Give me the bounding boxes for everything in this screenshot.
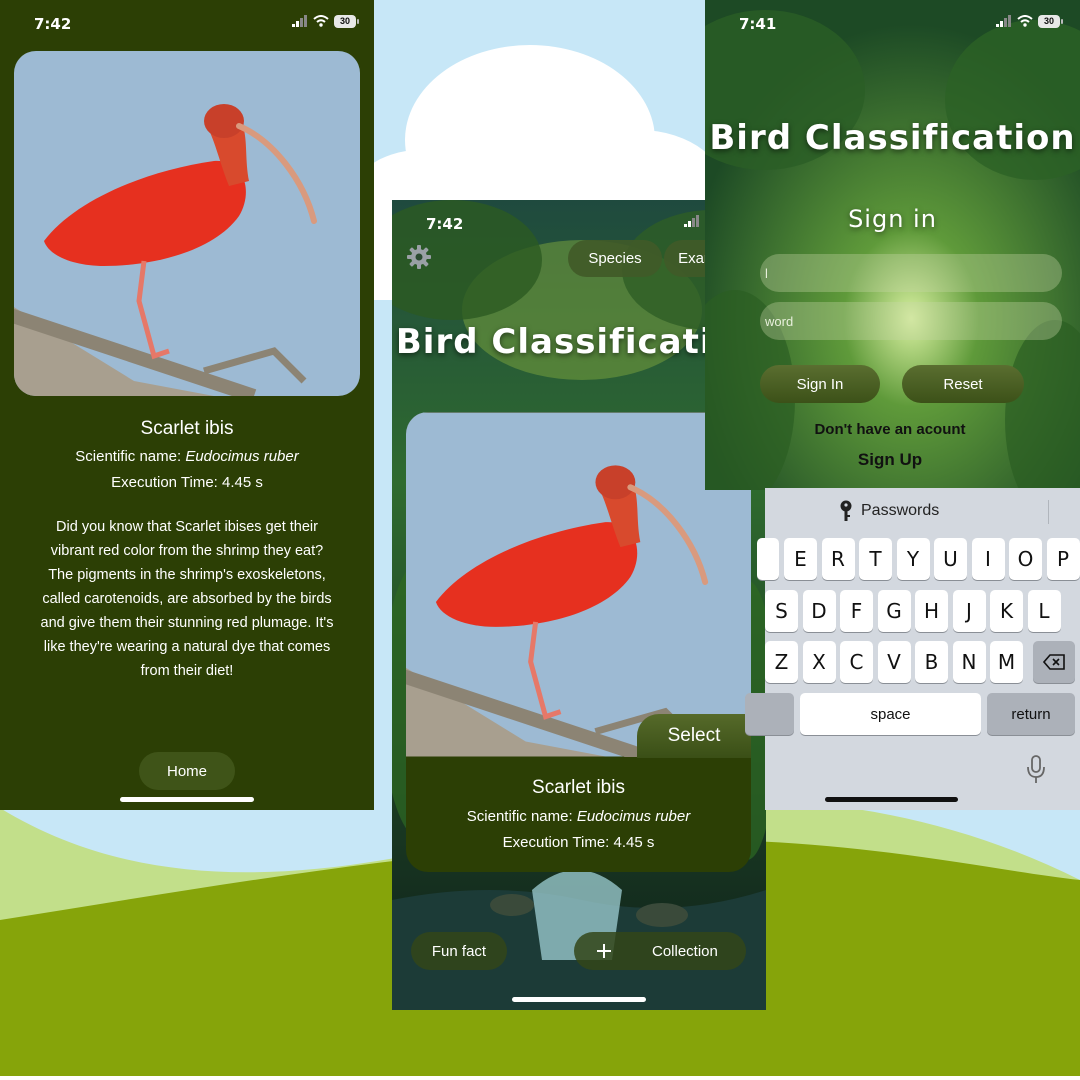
key-m[interactable]: M [990,641,1023,683]
sign-in-screen: 7:41 30 Bird Classification Sign in l wo… [705,0,1080,810]
status-time: 7:41 [739,15,777,33]
key-p[interactable]: P [1046,538,1080,580]
key-s[interactable]: S [765,590,798,632]
microphone-icon[interactable] [1026,755,1046,785]
reset-button[interactable]: Reset [902,365,1024,403]
bird-name: Scarlet ibis [140,418,234,439]
key-g[interactable]: G [877,590,911,632]
status-icons: 30 [292,14,359,28]
backspace-key[interactable] [1033,641,1075,683]
key-icon [840,500,852,521]
battery-icon: 30 [1038,14,1063,28]
sign-in-button[interactable]: Sign In [760,365,880,403]
status-bar: 7:41 30 [705,0,1080,46]
wifi-icon [313,15,329,27]
execution-time: Execution Time: 4.45 s [111,474,263,491]
key-v[interactable]: V [877,641,911,683]
key-h[interactable]: H [915,590,948,632]
suggestion-divider [1048,500,1049,524]
key-t[interactable]: T [859,538,892,580]
execution-time: Execution Time: 4.45 s [502,834,655,851]
key-c[interactable]: C [840,641,873,683]
bird-name: Scarlet ibis [532,777,625,798]
scientific-name: Eudocimus ruber [185,448,299,465]
home-indicator [120,797,254,802]
detail-screen: 7:42 30 Scarlet ibis Scientific name: Eu… [0,0,374,810]
app-title: Bird Classification [709,118,1076,158]
space-key[interactable]: space [800,693,981,735]
key-r[interactable]: R [821,538,855,580]
scientific-name-line: Scientific name: Eudocimus ruber [406,808,751,825]
passwords-suggestion[interactable]: Passwords [839,500,939,522]
key-j[interactable]: J [952,590,986,632]
tab-species[interactable]: Species [568,240,662,277]
key-d[interactable]: D [802,590,836,632]
sign-in-heading: Sign in [848,205,937,233]
email-field[interactable]: l [760,254,1062,292]
status-time: 7:42 [426,215,464,233]
jungle-background [705,0,1080,490]
passwords-label: Passwords [861,502,940,519]
backspace-icon [1043,654,1065,670]
key-k[interactable]: K [990,590,1023,632]
no-account-text: Don't have an acount [814,421,966,438]
home-button[interactable]: Home [139,752,235,790]
home-indicator [512,997,646,1002]
result-card: Select Scarlet ibis Scientific name: Eud… [406,412,751,872]
plus-icon [597,944,611,958]
bird-photo [406,412,751,757]
signal-icon [996,15,1011,27]
key-f[interactable]: F [840,590,873,632]
bottom-frame-edge [0,1076,1080,1080]
password-field[interactable]: word [760,302,1062,340]
collection-button[interactable]: Collection [574,932,746,970]
gear-icon[interactable] [406,244,432,270]
fun-fact-text: Did you know that Scarlet ibises get the… [40,519,334,679]
status-time: 7:42 [34,15,72,33]
wifi-icon [1017,15,1033,27]
scientific-name-label: Scientific name: [75,448,182,465]
key-l[interactable]: L [1027,590,1061,632]
battery-icon: 30 [334,14,359,28]
key-o[interactable]: O [1009,538,1042,580]
sign-up-link[interactable]: Sign Up [705,450,1075,470]
bird-photo [14,51,360,396]
scientific-name: Eudocimus ruber [576,808,691,825]
collection-label: Collection [652,942,718,960]
home-indicator [825,797,958,802]
status-icons: 30 [996,14,1063,28]
key-numbers-partial[interactable] [745,693,794,735]
key-y[interactable]: Y [896,538,930,580]
signal-icon [684,215,699,227]
key-x[interactable]: X [802,641,836,683]
status-bar: 7:42 30 [0,0,374,46]
key-n[interactable]: N [952,641,986,683]
scientific-name-label: Scientific name: [466,808,573,825]
key-e[interactable]: E [784,538,817,580]
return-key[interactable]: return [987,693,1075,735]
key-u[interactable]: U [934,538,967,580]
key-z[interactable]: Z [765,641,798,683]
signal-icon [292,15,307,27]
scientific-name-line: Scientific name: Eudocimus ruber [0,448,374,465]
key-b[interactable]: B [915,641,948,683]
key-partial[interactable] [757,538,779,580]
key-i[interactable]: I [971,538,1005,580]
fun-fact-button[interactable]: Fun fact [411,932,507,970]
